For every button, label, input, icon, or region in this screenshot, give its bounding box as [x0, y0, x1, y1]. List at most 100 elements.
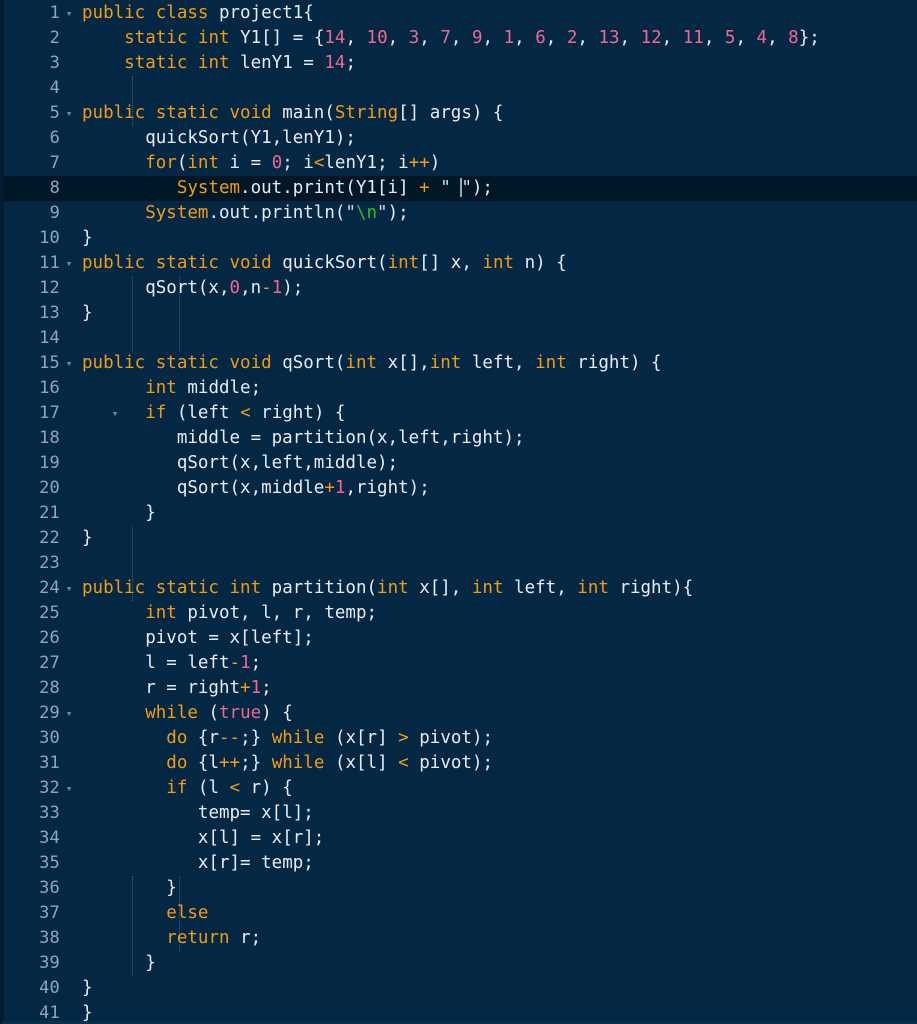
line-content: } [82, 528, 93, 548]
code-line-4[interactable]: 4 [4, 76, 917, 101]
code-line-10[interactable]: 10 } [4, 226, 917, 251]
code-line-5[interactable]: 5 ▾ public static void main(String[] arg… [4, 101, 917, 126]
code-line-27[interactable]: 27 l = left-1; [4, 651, 917, 676]
line-content: else [166, 903, 209, 923]
line-number: 23 [39, 553, 60, 573]
line-content: int pivot, l, r, temp; [145, 603, 378, 623]
line-content: while (true) { [145, 703, 293, 723]
code-line-13[interactable]: 13 } [4, 301, 917, 326]
line-content: } [82, 303, 93, 323]
line-content: qSort(x,0,n-1); [145, 278, 304, 298]
code-line-33[interactable]: 33 temp= x[l]; [4, 801, 917, 826]
code-line-6[interactable]: 6 quickSort(Y1,lenY1); [4, 126, 917, 151]
code-line-2[interactable]: 2 static int Y1[] = {14, 10, 3, 7, 9, 1,… [4, 26, 917, 51]
code-lines[interactable]: 1 ▾ public class project1{ 2 static int … [4, 0, 917, 1021]
line-number: 24 [39, 578, 60, 598]
line-number: 28 [39, 678, 60, 698]
fold-triangle-icon[interactable]: ▾ [62, 101, 76, 126]
code-line-24[interactable]: 24 ▾ public static int partition(int x[]… [4, 576, 917, 601]
fold-triangle-icon[interactable]: ▾ [62, 251, 76, 276]
fold-triangle-icon[interactable]: ▾ [62, 1, 76, 26]
line-number: 1 [49, 3, 60, 23]
line-number: 37 [39, 903, 60, 923]
line-content: x[r]= temp; [197, 853, 314, 873]
code-line-22[interactable]: 22 } [4, 526, 917, 551]
code-line-17[interactable]: 17 ▾ if (left < right) { [4, 401, 917, 426]
fold-triangle-icon[interactable]: ▾ [62, 351, 76, 376]
code-line-16[interactable]: 16 int middle; [4, 376, 917, 401]
line-content: System.out.print(Y1[i] + " "); [176, 178, 493, 198]
line-content: temp= x[l]; [197, 803, 314, 823]
line-number: 8 [49, 178, 60, 198]
fold-triangle-icon[interactable]: ▾ [62, 701, 76, 726]
line-content: int middle; [145, 378, 262, 398]
line-number: 6 [49, 128, 60, 148]
code-line-36[interactable]: 36 } [4, 876, 917, 901]
line-content: pivot = x[left]; [145, 628, 314, 648]
line-content: System.out.println("\n"); [145, 203, 409, 223]
code-line-20[interactable]: 20 qSort(x,middle+1,right); [4, 476, 917, 501]
code-line-14[interactable]: 14 [4, 326, 917, 351]
line-number: 3 [49, 53, 60, 73]
code-line-29[interactable]: 29 ▾ while (true) { [4, 701, 917, 726]
line-number: 18 [39, 428, 60, 448]
line-content: x[l] = x[r]; [197, 828, 325, 848]
code-line-39[interactable]: 39 } [4, 951, 917, 976]
line-content: qSort(x,middle+1,right); [176, 478, 430, 498]
line-number: 35 [39, 853, 60, 873]
line-content: do {l++;} while (x[l] < pivot); [166, 753, 494, 773]
line-content: quickSort(Y1,lenY1); [145, 128, 356, 148]
code-line-34[interactable]: 34 x[l] = x[r]; [4, 826, 917, 851]
code-line-35[interactable]: 35 x[r]= temp; [4, 851, 917, 876]
line-content: middle = partition(x,left,right); [176, 428, 525, 448]
code-editor[interactable]: 1 ▾ public class project1{ 2 static int … [0, 0, 917, 1024]
line-number: 27 [39, 653, 60, 673]
code-line-41[interactable]: 41 } [4, 1001, 917, 1021]
fold-triangle-icon[interactable]: ▾ [62, 776, 76, 801]
code-line-12[interactable]: 12 qSort(x,0,n-1); [4, 276, 917, 301]
code-line-25[interactable]: 25 int pivot, l, r, temp; [4, 601, 917, 626]
line-number: 32 [39, 778, 60, 798]
code-line-1[interactable]: 1 ▾ public class project1{ [4, 1, 917, 26]
line-content [82, 551, 93, 576]
line-number: 4 [49, 78, 60, 98]
code-line-32[interactable]: 32 ▾ if (l < r) { [4, 776, 917, 801]
line-content: } [145, 503, 156, 523]
code-line-11[interactable]: 11 ▾ public static void quickSort(int[] … [4, 251, 917, 276]
line-content: l = left-1; [145, 653, 262, 673]
code-line-3[interactable]: 3 static int lenY1 = 14; [4, 51, 917, 76]
code-line-37[interactable]: 37 else [4, 901, 917, 926]
code-line-28[interactable]: 28 r = right+1; [4, 676, 917, 701]
code-line-15[interactable]: 15 ▾ public static void qSort(int x[],in… [4, 351, 917, 376]
line-number: 20 [39, 478, 60, 498]
code-line-23[interactable]: 23 [4, 551, 917, 576]
code-line-21[interactable]: 21 } [4, 501, 917, 526]
line-number: 16 [39, 378, 60, 398]
line-content: } [82, 978, 93, 998]
code-line-26[interactable]: 26 pivot = x[left]; [4, 626, 917, 651]
line-number: 21 [39, 503, 60, 523]
line-content: public static void quickSort(int[] x, in… [82, 253, 567, 273]
line-content: if (left < right) { [145, 403, 346, 423]
fold-triangle-icon[interactable]: ▾ [62, 576, 76, 601]
code-line-30[interactable]: 30 do {r--;} while (x[r] > pivot); [4, 726, 917, 751]
code-line-31[interactable]: 31 do {l++;} while (x[l] < pivot); [4, 751, 917, 776]
line-number: 40 [39, 978, 60, 998]
line-content: public static int partition(int x[], int… [82, 578, 694, 598]
code-line-8[interactable]: 8 System.out.print(Y1[i] + " "); [4, 176, 917, 201]
line-number: 7 [49, 153, 60, 173]
code-line-7[interactable]: 7 for(int i = 0; i<lenY1; i++) [4, 151, 917, 176]
line-number: 22 [39, 528, 60, 548]
code-line-9[interactable]: 9 System.out.println("\n"); [4, 201, 917, 226]
line-content: for(int i = 0; i<lenY1; i++) [145, 153, 441, 173]
code-line-19[interactable]: 19 qSort(x,left,middle); [4, 451, 917, 476]
code-line-18[interactable]: 18 middle = partition(x,left,right); [4, 426, 917, 451]
code-line-40[interactable]: 40 } [4, 976, 917, 1001]
line-content [82, 326, 93, 351]
line-content: static int Y1[] = {14, 10, 3, 7, 9, 1, 6… [124, 28, 820, 48]
line-content: public static void qSort(int x[],int lef… [82, 353, 662, 373]
line-content: do {r--;} while (x[r] > pivot); [166, 728, 494, 748]
line-number: 17 [39, 403, 60, 423]
line-content: qSort(x,left,middle); [176, 453, 399, 473]
code-line-38[interactable]: 38 return r; [4, 926, 917, 951]
